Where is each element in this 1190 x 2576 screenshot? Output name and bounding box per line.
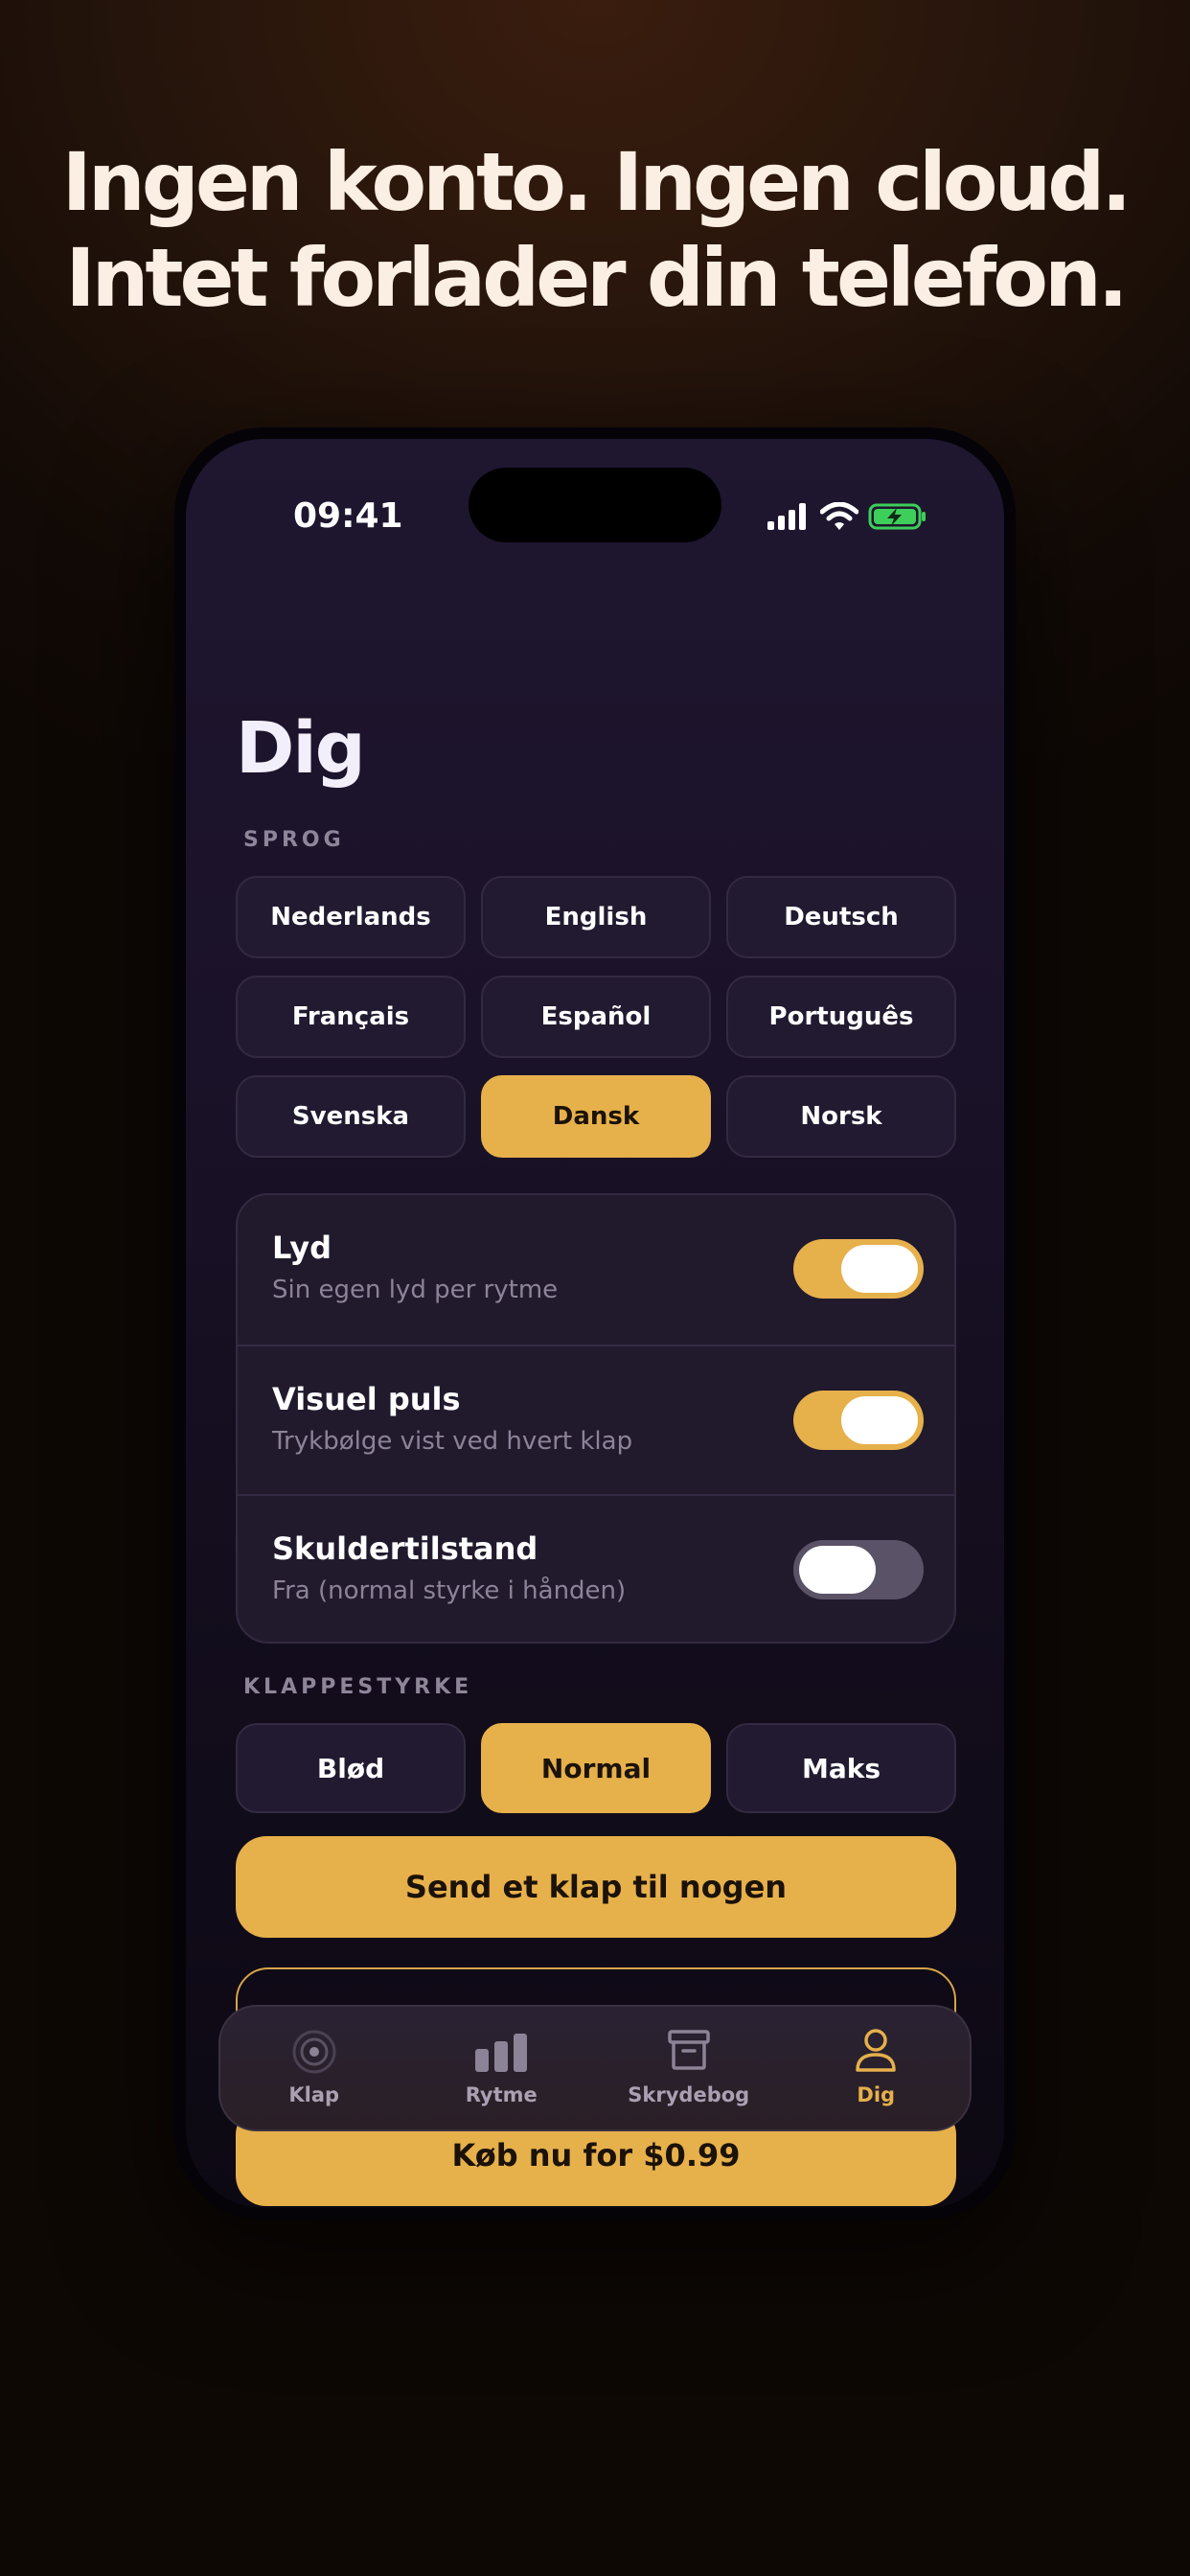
toggle-knob: [841, 1245, 918, 1293]
headline-line-1: Ingen konto. Ingen cloud.: [61, 135, 1133, 229]
setting-subtitle: Sin egen lyd per rytme: [272, 1276, 559, 1304]
radar-icon: [292, 2030, 336, 2074]
language-option-francais[interactable]: Français: [236, 976, 466, 1058]
language-option-svenska[interactable]: Svenska: [236, 1075, 466, 1158]
tab-label: Klap: [288, 2083, 340, 2106]
sound-toggle[interactable]: [793, 1239, 924, 1299]
phone-frame: 09:41 Dig SPROG Nederlands English Deuts…: [174, 427, 1016, 2220]
tab-dig[interactable]: Dig: [783, 2007, 971, 2129]
headline-line-2: Intet forlader din telefon.: [65, 231, 1128, 325]
cellular-signal-icon: [767, 503, 806, 530]
tab-klap[interactable]: Klap: [220, 2007, 408, 2129]
dynamic-island: [469, 468, 721, 542]
setting-title: Visuel puls: [272, 1381, 461, 1417]
page-title: Dig: [236, 707, 366, 790]
headline: Ingen konto. Ingen cloud. Intet forlader…: [0, 134, 1190, 326]
language-option-nederlands[interactable]: Nederlands: [236, 876, 466, 958]
setting-row-sound: Lyd Sin egen lyd per rytme: [238, 1195, 954, 1345]
strength-option-soft[interactable]: Blød: [236, 1723, 466, 1813]
language-option-deutsch[interactable]: Deutsch: [726, 876, 956, 958]
strength-section-label: KLAPPESTYRKE: [243, 1675, 473, 1699]
tab-label: Dig: [857, 2083, 896, 2106]
strength-option-max[interactable]: Maks: [726, 1723, 956, 1813]
settings-card: Lyd Sin egen lyd per rytme Visuel puls T…: [236, 1193, 956, 1644]
send-clap-button[interactable]: Send et klap til nogen: [236, 1836, 956, 1938]
language-section-label: SPROG: [243, 828, 345, 852]
language-option-espanol[interactable]: Español: [481, 976, 711, 1058]
phone-screen: 09:41 Dig SPROG Nederlands English Deuts…: [186, 439, 1004, 2208]
toggle-knob: [841, 1396, 918, 1444]
toggle-knob: [799, 1546, 876, 1594]
language-option-portugues[interactable]: Português: [726, 976, 956, 1058]
tab-bar: Klap Rytme Skrydebog Dig: [218, 2005, 972, 2131]
strength-option-normal[interactable]: Normal: [481, 1723, 711, 1813]
setting-row-visual-pulse: Visuel puls Trykbølge vist ved hvert kla…: [238, 1345, 954, 1496]
shoulder-mode-toggle[interactable]: [793, 1540, 924, 1599]
language-option-english[interactable]: English: [481, 876, 711, 958]
battery-charging-icon: [868, 503, 926, 530]
setting-subtitle: Trykbølge vist ved hvert klap: [272, 1427, 633, 1456]
bar-chart-icon: [475, 2034, 528, 2072]
setting-title: Lyd: [272, 1230, 332, 1266]
setting-title: Skuldertilstand: [272, 1530, 538, 1567]
status-time: 09:41: [293, 496, 403, 536]
person-icon: [856, 2029, 896, 2072]
setting-subtitle: Fra (normal styrke i hånden): [272, 1576, 627, 1605]
status-icons: [767, 502, 929, 531]
tab-skrydebog[interactable]: Skrydebog: [595, 2007, 783, 2129]
tab-rytme[interactable]: Rytme: [408, 2007, 596, 2129]
wifi-icon: [820, 502, 858, 530]
tab-label: Rytme: [465, 2083, 538, 2106]
visual-pulse-toggle[interactable]: [793, 1391, 924, 1450]
setting-row-shoulder-mode: Skuldertilstand Fra (normal styrke i hån…: [238, 1494, 954, 1642]
tab-label: Skrydebog: [628, 2083, 750, 2106]
archive-box-icon: [668, 2030, 710, 2070]
language-option-dansk[interactable]: Dansk: [481, 1075, 711, 1158]
language-option-norsk[interactable]: Norsk: [726, 1075, 956, 1158]
